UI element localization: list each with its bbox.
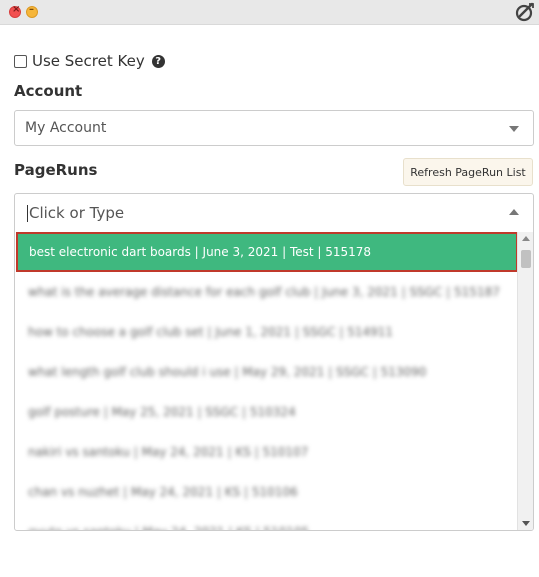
list-item[interactable]: how to choose a golf club set | June 1, …	[15, 312, 517, 352]
account-select-value: My Account	[25, 120, 107, 136]
scrollbar-thumb[interactable]	[521, 250, 531, 268]
list-item[interactable]: chan vs nuzhet | May 24, 2021 | KS | 510…	[15, 472, 517, 512]
app-logo-icon	[515, 2, 534, 22]
question-circle-icon[interactable]: ?	[151, 54, 165, 68]
pagerun-item-label: best electronic dart boards | June 3, 20…	[29, 245, 372, 259]
text-cursor	[27, 205, 28, 222]
pagerun-list: best electronic dart boards | June 3, 20…	[15, 232, 517, 530]
scroll-up-arrow-icon[interactable]	[522, 236, 530, 241]
minimize-icon[interactable]	[26, 4, 38, 18]
pagerun-item-label: chan vs nuzhet | May 24, 2021 | KS | 510…	[28, 485, 298, 499]
list-item[interactable]: gyuto vs santoku | May 24, 2021 | KS | 5…	[15, 512, 517, 530]
pagerun-item-label: what is the average distance for each go…	[28, 285, 500, 299]
pagerun-item-selected[interactable]: best electronic dart boards | June 3, 20…	[16, 232, 517, 272]
secret-key-row: Use Secret Key ?	[14, 52, 165, 70]
secret-key-checkbox[interactable]	[14, 54, 27, 68]
pagerun-combobox[interactable]: Click or Type best electronic dart board…	[14, 193, 534, 531]
list-item[interactable]: nakiri vs santoku | May 24, 2021 | KS | …	[15, 432, 517, 472]
list-item[interactable]: golf posture | May 25, 2021 | SSGC | 510…	[15, 392, 517, 432]
pagerun-item-label: golf posture | May 25, 2021 | SSGC | 510…	[28, 405, 296, 419]
chevron-down-icon	[509, 126, 519, 132]
list-item[interactable]: what length golf club should i use | May…	[15, 352, 517, 392]
close-icon[interactable]	[9, 4, 21, 18]
list-item[interactable]: what is the average distance for each go…	[15, 272, 517, 312]
pagerun-item-label: how to choose a golf club set | June 1, …	[28, 325, 394, 339]
title-bar	[0, 0, 539, 25]
refresh-pagerun-list-button[interactable]: Refresh PageRun List	[403, 158, 533, 186]
scrollbar[interactable]	[517, 232, 533, 530]
account-label: Account	[14, 82, 83, 100]
pagerun-search-input[interactable]: Click or Type	[15, 194, 533, 232]
pagerun-placeholder: Click or Type	[29, 204, 125, 222]
secret-key-label[interactable]: Use Secret Key	[32, 52, 145, 70]
chevron-up-icon[interactable]	[509, 209, 519, 215]
pagerun-item-label: nakiri vs santoku | May 24, 2021 | KS | …	[28, 445, 309, 459]
pageruns-label: PageRuns	[14, 161, 98, 179]
pagerun-item-label: gyuto vs santoku | May 24, 2021 | KS | 5…	[28, 525, 309, 530]
account-select[interactable]: My Account	[14, 110, 534, 146]
pagerun-item-label: what length golf club should i use | May…	[28, 365, 427, 379]
scroll-down-arrow-icon[interactable]	[522, 521, 530, 526]
